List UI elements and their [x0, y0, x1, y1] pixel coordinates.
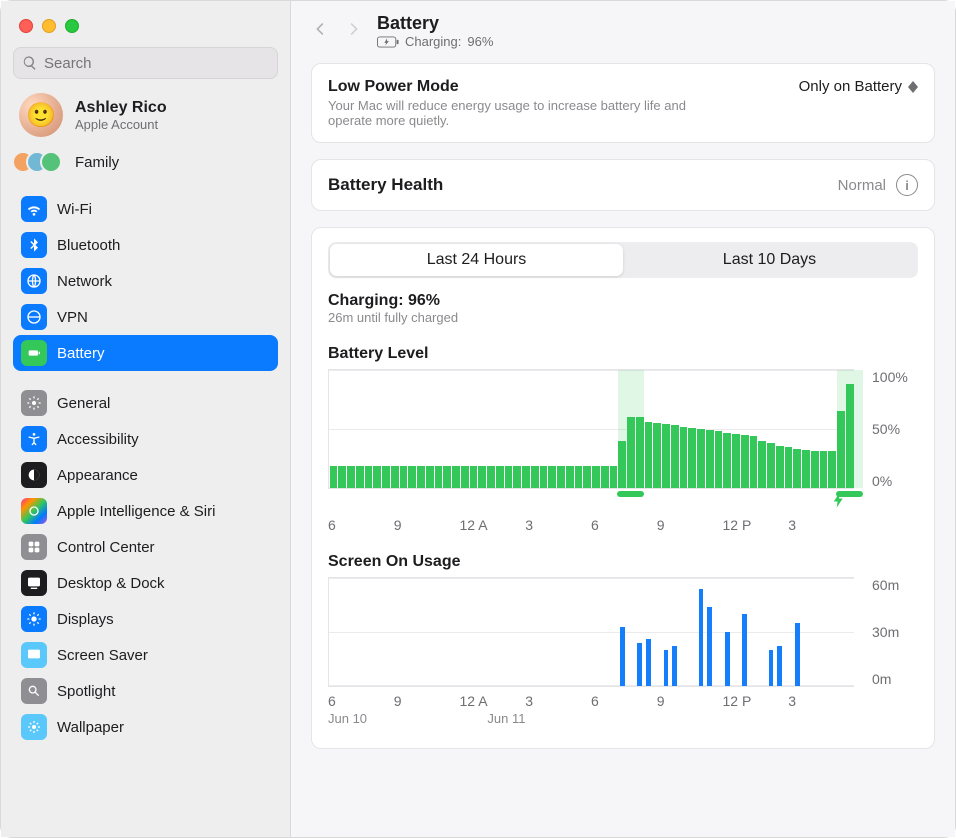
battery-level-chart-title: Battery Level: [328, 345, 918, 363]
search-input[interactable]: [44, 55, 269, 72]
charging-title: Charging: 96%: [328, 292, 918, 310]
sidebar-item-displays[interactable]: Displays: [13, 601, 278, 637]
bluetooth-icon: [21, 232, 47, 258]
battery-level-y-axis: 100% 50% 0%: [866, 369, 918, 489]
window-controls: [13, 11, 278, 47]
battery-level-chart: Battery Level 100% 50% 0%: [328, 345, 918, 533]
family-avatars: [19, 151, 63, 173]
battery-health-label: Battery Health: [328, 175, 443, 195]
sidebar-item-label: Screen Saver: [57, 647, 148, 664]
sidebar-item-label: Spotlight: [57, 683, 115, 700]
account-name: Ashley Rico: [75, 99, 167, 117]
sidebar-item-network[interactable]: Network: [13, 263, 278, 299]
zoom-window-button[interactable]: [65, 19, 79, 33]
sidebar-item-label: VPN: [57, 309, 88, 326]
main-panel: Battery Charging: 96% Low Power Mode You…: [291, 1, 955, 837]
screen-usage-chart: Screen On Usage 60m 30m 0m 6912 A36912 P…: [328, 553, 918, 726]
chevron-updown-icon: [908, 81, 918, 93]
desktop-dock-icon: [21, 570, 47, 596]
page-title: Battery: [377, 13, 493, 34]
battery-usage-card: Last 24 Hours Last 10 Days Charging: 96%…: [311, 227, 935, 749]
sidebar-item-label: Desktop & Dock: [57, 575, 165, 592]
family-row[interactable]: Family: [13, 145, 278, 187]
apple-intelligence-siri-icon: [21, 498, 47, 524]
sidebar-item-label: Accessibility: [57, 431, 139, 448]
search-field[interactable]: [13, 47, 278, 79]
family-label: Family: [75, 154, 119, 171]
sidebar-item-label: Network: [57, 273, 112, 290]
close-window-button[interactable]: [19, 19, 33, 33]
account-subtitle: Apple Account: [75, 117, 167, 132]
displays-icon: [21, 606, 47, 632]
charging-icon: [377, 36, 399, 48]
segment-10d[interactable]: Last 10 Days: [623, 244, 916, 276]
battery-health-card: Battery Health Normal i: [311, 159, 935, 211]
sidebar-item-label: General: [57, 395, 110, 412]
screen-usage-chart-title: Screen On Usage: [328, 553, 918, 571]
sidebar-item-wallpaper[interactable]: Wallpaper: [13, 709, 278, 745]
charging-subtitle: 26m until fully charged: [328, 310, 918, 325]
time-range-segment: Last 24 Hours Last 10 Days: [328, 242, 918, 278]
spotlight-icon: [21, 678, 47, 704]
date-labels: Jun 10 Jun 11: [328, 711, 854, 726]
forward-button[interactable]: [345, 19, 363, 43]
low-power-mode-title: Low Power Mode: [328, 78, 688, 96]
battery-icon: [21, 340, 47, 366]
sidebar: 🙂 Ashley Rico Apple Account Family Wi-Fi…: [1, 1, 291, 837]
screen-saver-icon: [21, 642, 47, 668]
screen-usage-plot: [328, 577, 854, 687]
sidebar-item-label: Wi-Fi: [57, 201, 92, 218]
sidebar-item-bluetooth[interactable]: Bluetooth: [13, 227, 278, 263]
sidebar-item-screen-saver[interactable]: Screen Saver: [13, 637, 278, 673]
screen-usage-x-axis: 6912 A36912 P3: [328, 693, 854, 709]
wi-fi-icon: [21, 196, 47, 222]
low-power-mode-select[interactable]: Only on Battery: [799, 78, 918, 95]
header: Battery Charging: 96%: [291, 1, 955, 63]
sidebar-item-desktop-dock[interactable]: Desktop & Dock: [13, 565, 278, 601]
sidebar-item-spotlight[interactable]: Spotlight: [13, 673, 278, 709]
sidebar-item-label: Wallpaper: [57, 719, 124, 736]
sidebar-item-vpn[interactable]: VPN: [13, 299, 278, 335]
low-power-mode-description: Your Mac will reduce energy usage to inc…: [328, 98, 688, 128]
avatar: 🙂: [19, 93, 63, 137]
sidebar-item-label: Battery: [57, 345, 105, 362]
sidebar-item-label: Displays: [57, 611, 114, 628]
battery-level-plot: [328, 369, 854, 489]
wallpaper-icon: [21, 714, 47, 740]
screen-usage-y-axis: 60m 30m 0m: [866, 577, 918, 687]
minimize-window-button[interactable]: [42, 19, 56, 33]
appearance-icon: [21, 462, 47, 488]
sidebar-item-general[interactable]: General: [13, 385, 278, 421]
search-icon: [22, 55, 38, 71]
sidebar-item-control-center[interactable]: Control Center: [13, 529, 278, 565]
sidebar-item-label: Bluetooth: [57, 237, 120, 254]
vpn-icon: [21, 304, 47, 330]
sidebar-item-label: Appearance: [57, 467, 138, 484]
info-icon[interactable]: i: [896, 174, 918, 196]
page-subtitle: Charging: 96%: [377, 34, 493, 49]
sidebar-item-apple-intelligence-siri[interactable]: Apple Intelligence & Siri: [13, 493, 278, 529]
sidebar-item-label: Control Center: [57, 539, 155, 556]
segment-24h[interactable]: Last 24 Hours: [330, 244, 623, 276]
network-icon: [21, 268, 47, 294]
sidebar-item-battery[interactable]: Battery: [13, 335, 278, 371]
sidebar-item-appearance[interactable]: Appearance: [13, 457, 278, 493]
accessibility-icon: [21, 426, 47, 452]
sidebar-item-accessibility[interactable]: Accessibility: [13, 421, 278, 457]
sidebar-item-wi-fi[interactable]: Wi-Fi: [13, 191, 278, 227]
control-center-icon: [21, 534, 47, 560]
general-icon: [21, 390, 47, 416]
battery-health-status: Normal: [838, 177, 886, 194]
battery-level-x-axis: 6912 A36912 P3: [328, 517, 854, 533]
apple-account-row[interactable]: 🙂 Ashley Rico Apple Account: [13, 79, 278, 145]
nav-list: Wi-Fi Bluetooth Network VPN Battery General Ac…: [13, 191, 278, 745]
back-button[interactable]: [311, 19, 329, 43]
low-power-mode-card: Low Power Mode Your Mac will reduce ener…: [311, 63, 935, 143]
sidebar-item-label: Apple Intelligence & Siri: [57, 503, 215, 520]
